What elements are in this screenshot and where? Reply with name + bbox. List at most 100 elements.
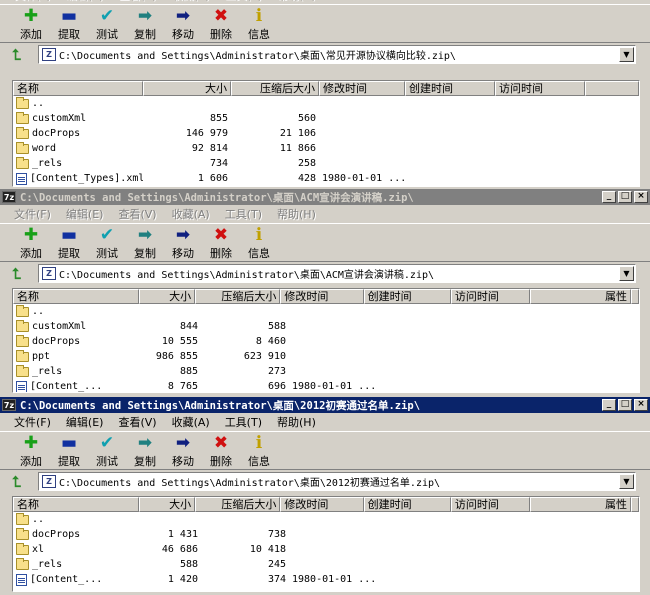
column-header[interactable]: 压缩后大小	[195, 289, 281, 304]
column-header[interactable]: 名称	[13, 289, 139, 304]
column-header[interactable]: 压缩后大小	[231, 81, 319, 96]
column-header[interactable]: 修改时间	[280, 497, 364, 512]
tool-button[interactable]: ✖ 删除	[208, 432, 234, 469]
menu-item[interactable]: 工具(T)	[225, 206, 262, 222]
menu-item[interactable]: 文件(F)	[14, 414, 51, 430]
tool-button[interactable]: ℹ 信息	[246, 5, 272, 42]
list-item[interactable]: _rels 885 273	[13, 364, 639, 379]
tool-button[interactable]: ✚ 添加	[18, 432, 44, 469]
tool-button[interactable]: ➡ 移动	[170, 224, 196, 261]
column-header[interactable]: 访问时间	[450, 497, 531, 512]
address-combobox[interactable]: Z C:\Documents and Settings\Administrator…	[38, 472, 636, 491]
column-header[interactable]: 修改时间	[319, 81, 405, 96]
menu-bar: 文件(F) 编辑(E) 查看(V) 收藏(A) 工具(T) 帮助(H)	[0, 205, 650, 223]
list-item[interactable]: [Content_Types].xml 1 606 428 1980-01-01 ..…	[13, 171, 639, 186]
tool-button[interactable]: ➡ 复制	[132, 224, 158, 261]
column-header[interactable]: 名称	[13, 81, 143, 96]
menu-item[interactable]: 帮助(H)	[277, 206, 316, 222]
menu-item[interactable]: 查看(V)	[118, 414, 156, 430]
tool-button[interactable]: ▬ 提取	[56, 5, 82, 42]
list-item[interactable]: [Content_... 8 765 696 1980-01-01 ...	[13, 379, 639, 392]
column-header[interactable]: 访问时间	[495, 81, 585, 96]
menu-item[interactable]: 帮助(H)	[277, 0, 316, 3]
tool-button[interactable]: ▬ 提取	[56, 432, 82, 469]
menu-item[interactable]: 查看(V)	[118, 0, 156, 3]
menu-item[interactable]: 收藏(A)	[172, 414, 210, 430]
tool-button[interactable]: ➡ 移动	[170, 5, 196, 42]
folder-icon	[16, 126, 29, 139]
address-combobox[interactable]: Z C:\Documents and Settings\Administrator…	[38, 45, 636, 64]
tool-button[interactable]: ✚ 添加	[18, 224, 44, 261]
minimize-icon[interactable]: _	[602, 399, 616, 411]
window-titlebar[interactable]: 7z C:\Documents and Settings\Administrato…	[0, 189, 650, 205]
menu-item[interactable]: 收藏(A)	[172, 0, 210, 3]
tool-button[interactable]: ➡ 复制	[132, 5, 158, 42]
menu-item[interactable]: 工具(T)	[225, 414, 262, 430]
chevron-down-icon[interactable]: ▼	[619, 266, 634, 281]
list-item[interactable]: ..	[13, 96, 639, 111]
list-item[interactable]: docProps 146 979 21 106	[13, 126, 639, 141]
tool-button[interactable]: ℹ 信息	[246, 224, 272, 261]
address-combobox[interactable]: Z C:\Documents and Settings\Administrator…	[38, 264, 636, 283]
list-item[interactable]: ..	[13, 304, 639, 319]
up-folder-icon[interactable]: ⮤	[12, 265, 28, 283]
tool-button[interactable]: ✔ 测试	[94, 224, 120, 261]
menu-item[interactable]: 文件(F)	[14, 0, 51, 3]
column-header[interactable]: 大小	[138, 289, 196, 304]
menu-item[interactable]: 编辑(E)	[66, 0, 104, 3]
chevron-down-icon[interactable]: ▼	[619, 47, 634, 62]
tool-button[interactable]: ✖ 删除	[208, 224, 234, 261]
column-header[interactable]: 创建时间	[405, 81, 495, 96]
file-name: [Content_...	[30, 381, 103, 392]
list-item[interactable]: xl 46 686 10 418	[13, 542, 639, 557]
column-header[interactable]: 名称	[13, 497, 139, 512]
chevron-down-icon[interactable]: ▼	[619, 474, 634, 489]
column-header[interactable]: 创建时间	[363, 497, 451, 512]
window-titlebar[interactable]: 7z C:\Documents and Settings\Administrato…	[0, 397, 650, 413]
tool-label: 提取	[58, 455, 80, 468]
maximize-icon[interactable]: □	[618, 399, 632, 411]
tool-button[interactable]: ✖ 删除	[208, 5, 234, 42]
close-icon[interactable]: ×	[634, 191, 648, 203]
list-item[interactable]: word 92 814 11 866	[13, 141, 639, 156]
tool-button[interactable]: ✚ 添加	[18, 5, 44, 42]
menu-item[interactable]: 查看(V)	[118, 206, 156, 222]
menu-item[interactable]: 编辑(E)	[66, 206, 104, 222]
tool-button[interactable]: ▬ 提取	[56, 224, 82, 261]
close-icon[interactable]: ×	[634, 399, 648, 411]
file-size: 46 686	[161, 544, 198, 555]
menu-item[interactable]: 文件(F)	[14, 206, 51, 222]
column-header[interactable]: 创建时间	[363, 289, 451, 304]
column-header[interactable]: 属性	[530, 497, 631, 512]
column-header[interactable]: 修改时间	[280, 289, 364, 304]
menu-item[interactable]: 收藏(A)	[172, 206, 210, 222]
tool-label: 删除	[210, 28, 232, 41]
column-header[interactable]: 访问时间	[450, 289, 531, 304]
menu-item[interactable]: 工具(T)	[225, 0, 262, 3]
column-header[interactable]: 大小	[143, 81, 231, 96]
column-header[interactable]: 压缩后大小	[195, 497, 281, 512]
column-header[interactable]: 属性	[530, 289, 631, 304]
tool-button[interactable]: ✔ 测试	[94, 5, 120, 42]
up-folder-icon[interactable]: ⮤	[12, 46, 28, 64]
list-item[interactable]: _rels 588 245	[13, 557, 639, 572]
minimize-icon[interactable]: _	[602, 191, 616, 203]
list-item[interactable]: ..	[13, 512, 639, 527]
tool-button[interactable]: ➡ 移动	[170, 432, 196, 469]
list-item[interactable]: _rels 734 258	[13, 156, 639, 171]
tool-button[interactable]: ✔ 测试	[94, 432, 120, 469]
list-item[interactable]: [Content_... 1 420 374 1980-01-01 ...	[13, 572, 639, 587]
list-item[interactable]: customXml 855 560	[13, 111, 639, 126]
maximize-icon[interactable]: □	[618, 191, 632, 203]
list-item[interactable]: ppt 986 855 623 910	[13, 349, 639, 364]
menu-item[interactable]: 编辑(E)	[66, 414, 104, 430]
list-item[interactable]: docProps 1 431 738	[13, 527, 639, 542]
column-header[interactable]: 大小	[138, 497, 196, 512]
list-item[interactable]: docProps 10 555 8 460	[13, 334, 639, 349]
tool-button[interactable]: ℹ 信息	[246, 432, 272, 469]
tool-button[interactable]: ➡ 复制	[132, 432, 158, 469]
up-folder-icon[interactable]: ⮤	[12, 473, 28, 491]
list-item[interactable]: customXml 844 588	[13, 319, 639, 334]
menu-item[interactable]: 帮助(H)	[277, 414, 316, 430]
toolbar: ✚ 添加 ▬ 提取 ✔ 测试 ➡ 复制 ➡ 移动 ✖ 删除 ℹ 信息	[0, 4, 650, 42]
